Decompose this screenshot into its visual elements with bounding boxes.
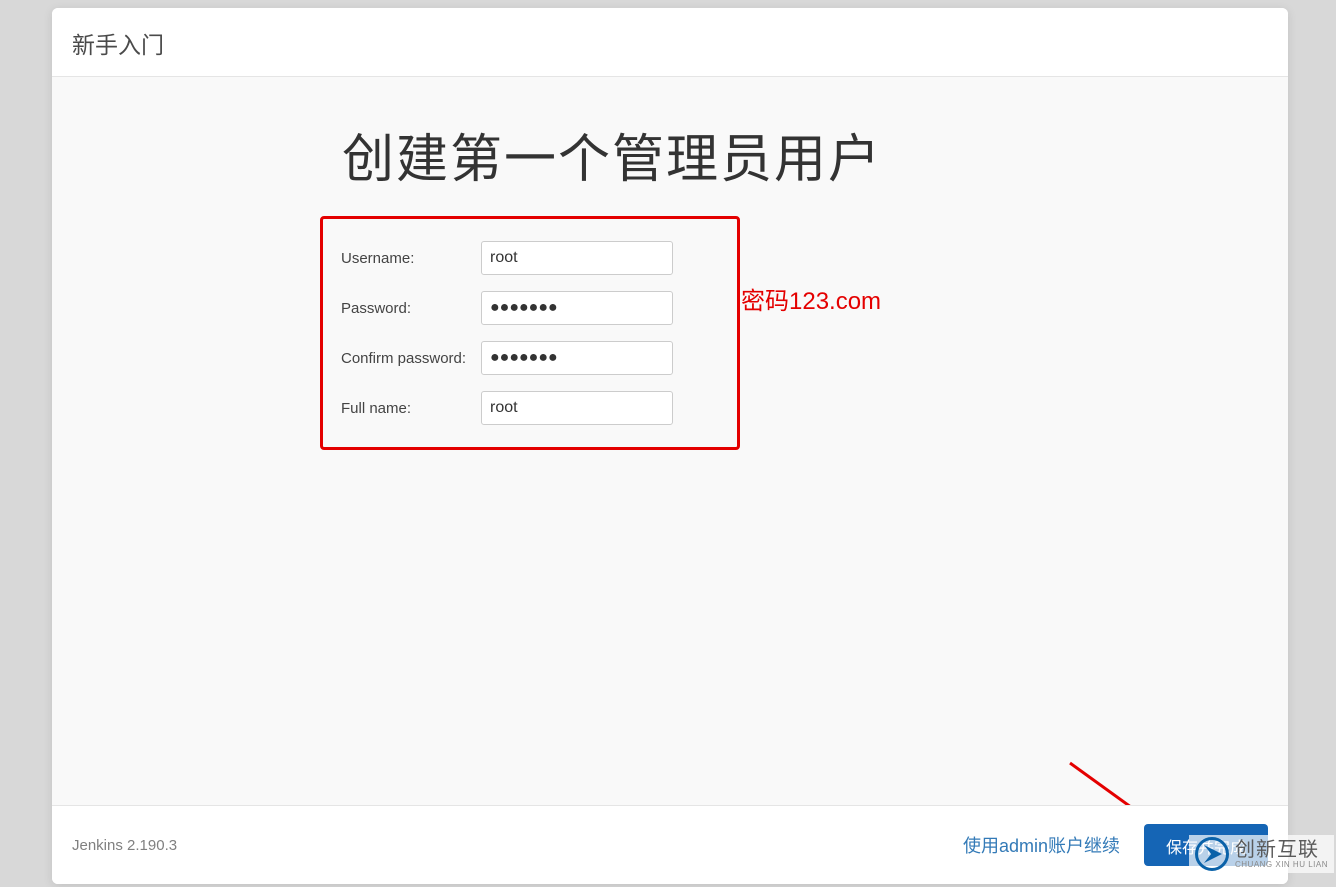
page-title: 创建第一个管理员用户 — [342, 117, 1130, 192]
row-confirm-password: Confirm password: — [323, 333, 737, 383]
label-password: Password: — [341, 300, 481, 317]
watermark-text: 创新互联 CHUANG XIN HU LIAN — [1235, 840, 1328, 869]
arrow-annotation-icon — [1064, 757, 1264, 805]
watermark: 创新互联 CHUANG XIN HU LIAN — [1189, 835, 1334, 873]
label-username: Username: — [341, 250, 481, 267]
input-password[interactable] — [481, 291, 673, 325]
label-fullname: Full name: — [341, 400, 481, 417]
modal-body: 创建第一个管理员用户 Username: Password: Confirm p… — [52, 77, 1288, 805]
content-wrap: 创建第一个管理员用户 Username: Password: Confirm p… — [210, 117, 1130, 450]
setup-wizard-modal: 新手入门 创建第一个管理员用户 Username: Password: Conf… — [52, 8, 1288, 884]
watermark-cn: 创新互联 — [1235, 840, 1328, 860]
input-confirm-password[interactable] — [481, 341, 673, 375]
watermark-en: CHUANG XIN HU LIAN — [1235, 861, 1328, 869]
continue-as-admin-link[interactable]: 使用admin账户继续 — [963, 832, 1120, 858]
input-username[interactable] — [481, 241, 673, 275]
admin-user-form: Username: Password: Confirm password: Fu… — [320, 216, 740, 450]
row-password: Password: — [323, 283, 737, 333]
input-fullname[interactable] — [481, 391, 673, 425]
modal-footer: Jenkins 2.190.3 使用admin账户继续 保存并完成 — [52, 805, 1288, 884]
modal-header: 新手入门 — [52, 8, 1288, 77]
row-username: Username: — [323, 233, 737, 283]
version-label: Jenkins 2.190.3 — [72, 837, 177, 854]
password-hint-annotation: 密码123.com — [741, 281, 881, 316]
label-confirm-password: Confirm password: — [341, 350, 481, 367]
watermark-logo-icon — [1195, 837, 1229, 871]
modal-header-title: 新手入门 — [72, 26, 1268, 60]
row-fullname: Full name: — [323, 383, 737, 433]
